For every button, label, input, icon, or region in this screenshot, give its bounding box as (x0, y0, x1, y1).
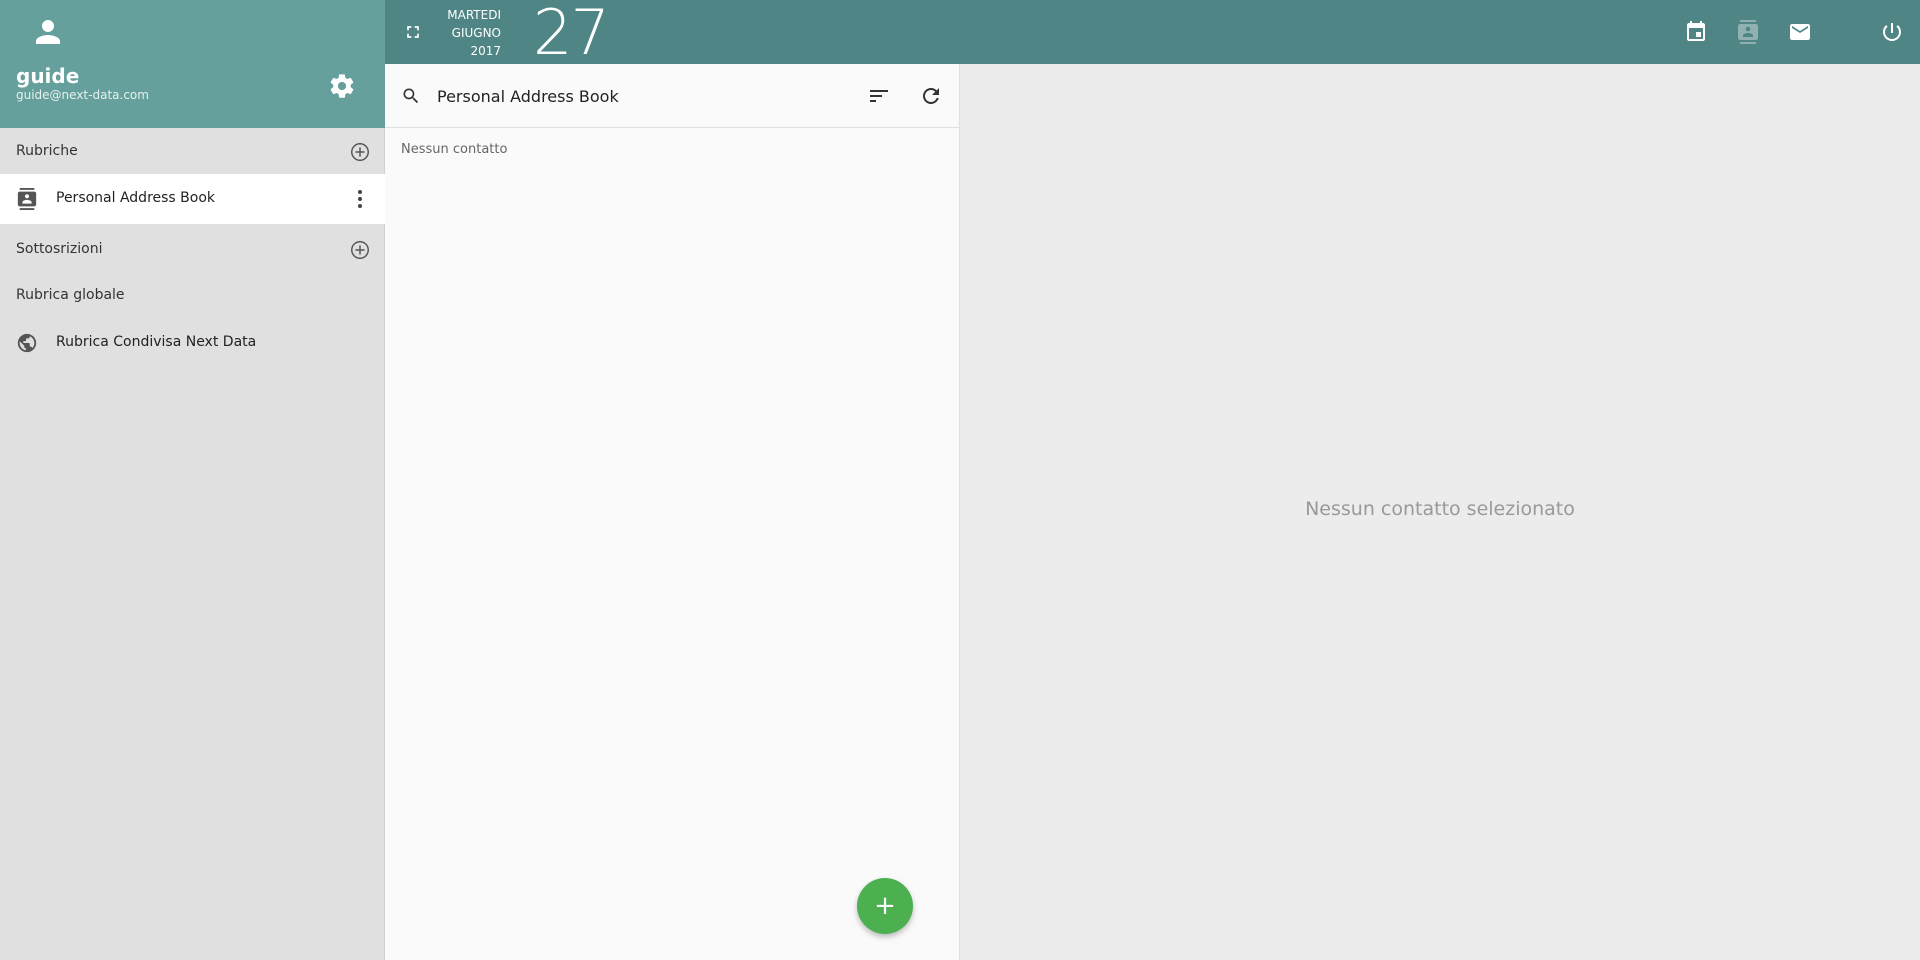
date-text: MARTEDI GIUGNO 2017 (439, 6, 501, 60)
section-address-books-label: Rubriche (16, 143, 78, 159)
add-address-book-icon[interactable] (349, 141, 371, 163)
section-global-label: Rubrica globale (16, 287, 125, 303)
calendar-icon[interactable] (1684, 20, 1708, 44)
fullscreen-icon[interactable] (403, 22, 423, 42)
person-icon (36, 20, 60, 44)
section-global: Rubrica globale (0, 272, 385, 318)
user-header: guide guide@next-data.com (0, 0, 385, 128)
add-icon: + (874, 891, 896, 921)
contacts-icon (17, 188, 37, 210)
globe-icon (17, 333, 37, 353)
user-name: guide (16, 64, 80, 88)
contacts-app-icon[interactable] (1736, 20, 1760, 44)
date-weekday: MARTEDI (447, 8, 501, 22)
sidebar-item-label: Personal Address Book (56, 190, 216, 206)
sidebar-item-label: Rubrica Condivisa Next Data (56, 334, 257, 350)
top-bar: MARTEDI GIUGNO 2017 27 (385, 0, 1920, 69)
power-icon[interactable] (1880, 20, 1904, 44)
contact-detail-pane: Nessun contatto selezionato (960, 64, 1920, 960)
user-email: guide@next-data.com (16, 88, 149, 102)
no-selection-message: Nessun contatto selezionato (1305, 498, 1575, 520)
empty-list-message: Nessun contatto (401, 142, 508, 157)
date-day: 27 (533, 0, 610, 69)
sort-icon[interactable] (867, 84, 891, 108)
date-month: GIUGNO (451, 26, 501, 40)
refresh-icon[interactable] (919, 84, 943, 108)
gear-icon[interactable] (328, 72, 356, 100)
more-vert-icon[interactable] (357, 188, 363, 210)
search-input[interactable] (437, 82, 837, 110)
section-subscriptions: Sottosrizioni (0, 226, 385, 272)
sidebar-item-personal-address-book[interactable]: Personal Address Book (0, 174, 385, 224)
section-address-books: Rubriche (0, 128, 385, 174)
add-contact-button[interactable]: + (857, 878, 913, 934)
date-year: 2017 (470, 44, 501, 58)
section-subscriptions-label: Sottosrizioni (16, 241, 103, 257)
sidebar: guide guide@next-data.com Rubriche Perso… (0, 0, 385, 960)
mail-icon[interactable] (1788, 20, 1812, 44)
add-subscription-icon[interactable] (349, 239, 371, 261)
contact-list-pane: Nessun contatto + (385, 64, 960, 960)
search-bar (385, 64, 960, 128)
search-icon[interactable] (401, 86, 421, 106)
sidebar-item-shared-address-book[interactable]: Rubrica Condivisa Next Data (0, 318, 385, 368)
